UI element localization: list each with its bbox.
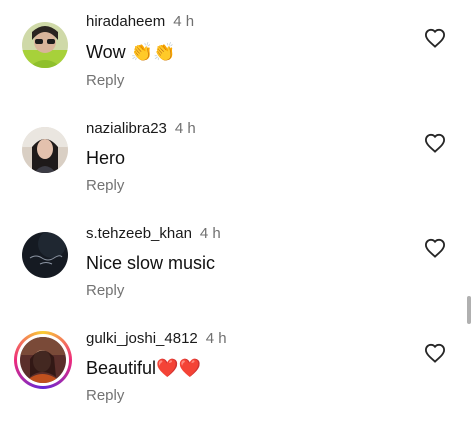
avatar[interactable]	[22, 232, 68, 278]
username[interactable]: nazialibra23	[86, 120, 167, 137]
scrollbar-thumb[interactable]	[467, 296, 471, 324]
comment-item: hiradaheem 4 h Wow 👏👏 Reply	[0, 0, 474, 100]
username[interactable]: s.tehzeeb_khan	[86, 225, 192, 242]
comment-meta: nazialibra23 4 h	[86, 120, 196, 138]
avatar[interactable]	[22, 127, 68, 173]
avatar	[20, 337, 66, 383]
comments-list: hiradaheem 4 h Wow 👏👏 Reply nazialibra23 4…	[0, 0, 474, 428]
reply-button[interactable]: Reply	[86, 282, 124, 300]
heart-outline-icon	[424, 238, 446, 258]
comment-text-body: Beautiful	[86, 358, 157, 378]
timestamp: 4 h	[205, 330, 227, 347]
comment-text: Wow 👏👏	[86, 41, 176, 63]
comment-text: Beautiful❤️❤️	[86, 357, 201, 379]
comment-item: nazialibra23 4 h Hero Reply	[0, 105, 474, 205]
comment-text-body: Nice slow music	[86, 253, 216, 273]
reply-button[interactable]: Reply	[86, 72, 124, 90]
heart-outline-icon	[424, 133, 446, 153]
comment-text: Hero	[86, 147, 125, 169]
comment-item: s.tehzeeb_khan 4 h Nice slow music Reply	[0, 210, 474, 310]
reply-button[interactable]: Reply	[86, 177, 124, 195]
red-heart-emoji: ❤️❤️	[156, 358, 201, 378]
like-button[interactable]	[424, 343, 446, 363]
avatar[interactable]	[22, 22, 68, 68]
comment-text-body: Wow	[86, 42, 126, 62]
comment-meta: hiradaheem 4 h	[86, 13, 194, 31]
timestamp: 4 h	[199, 225, 221, 242]
timestamp: 4 h	[174, 120, 196, 137]
comment-meta: gulki_joshi_4812 4 h	[86, 330, 227, 348]
comment-item: gulki_joshi_4812 4 h Beautiful❤️❤️ Reply	[0, 315, 474, 415]
like-button[interactable]	[424, 28, 446, 48]
story-ring[interactable]	[14, 331, 72, 389]
heart-outline-icon	[424, 343, 446, 363]
reply-button[interactable]: Reply	[86, 387, 124, 405]
timestamp: 4 h	[173, 13, 195, 30]
comment-meta: s.tehzeeb_khan 4 h	[86, 225, 221, 243]
comment-text: Nice slow music	[86, 252, 215, 274]
username[interactable]: hiradaheem	[86, 13, 165, 30]
like-button[interactable]	[424, 133, 446, 153]
heart-outline-icon	[424, 28, 446, 48]
comment-text-body: Hero	[86, 148, 126, 168]
like-button[interactable]	[424, 238, 446, 258]
clapping-hands-emoji: 👏👏	[130, 42, 176, 62]
username[interactable]: gulki_joshi_4812	[86, 330, 198, 347]
